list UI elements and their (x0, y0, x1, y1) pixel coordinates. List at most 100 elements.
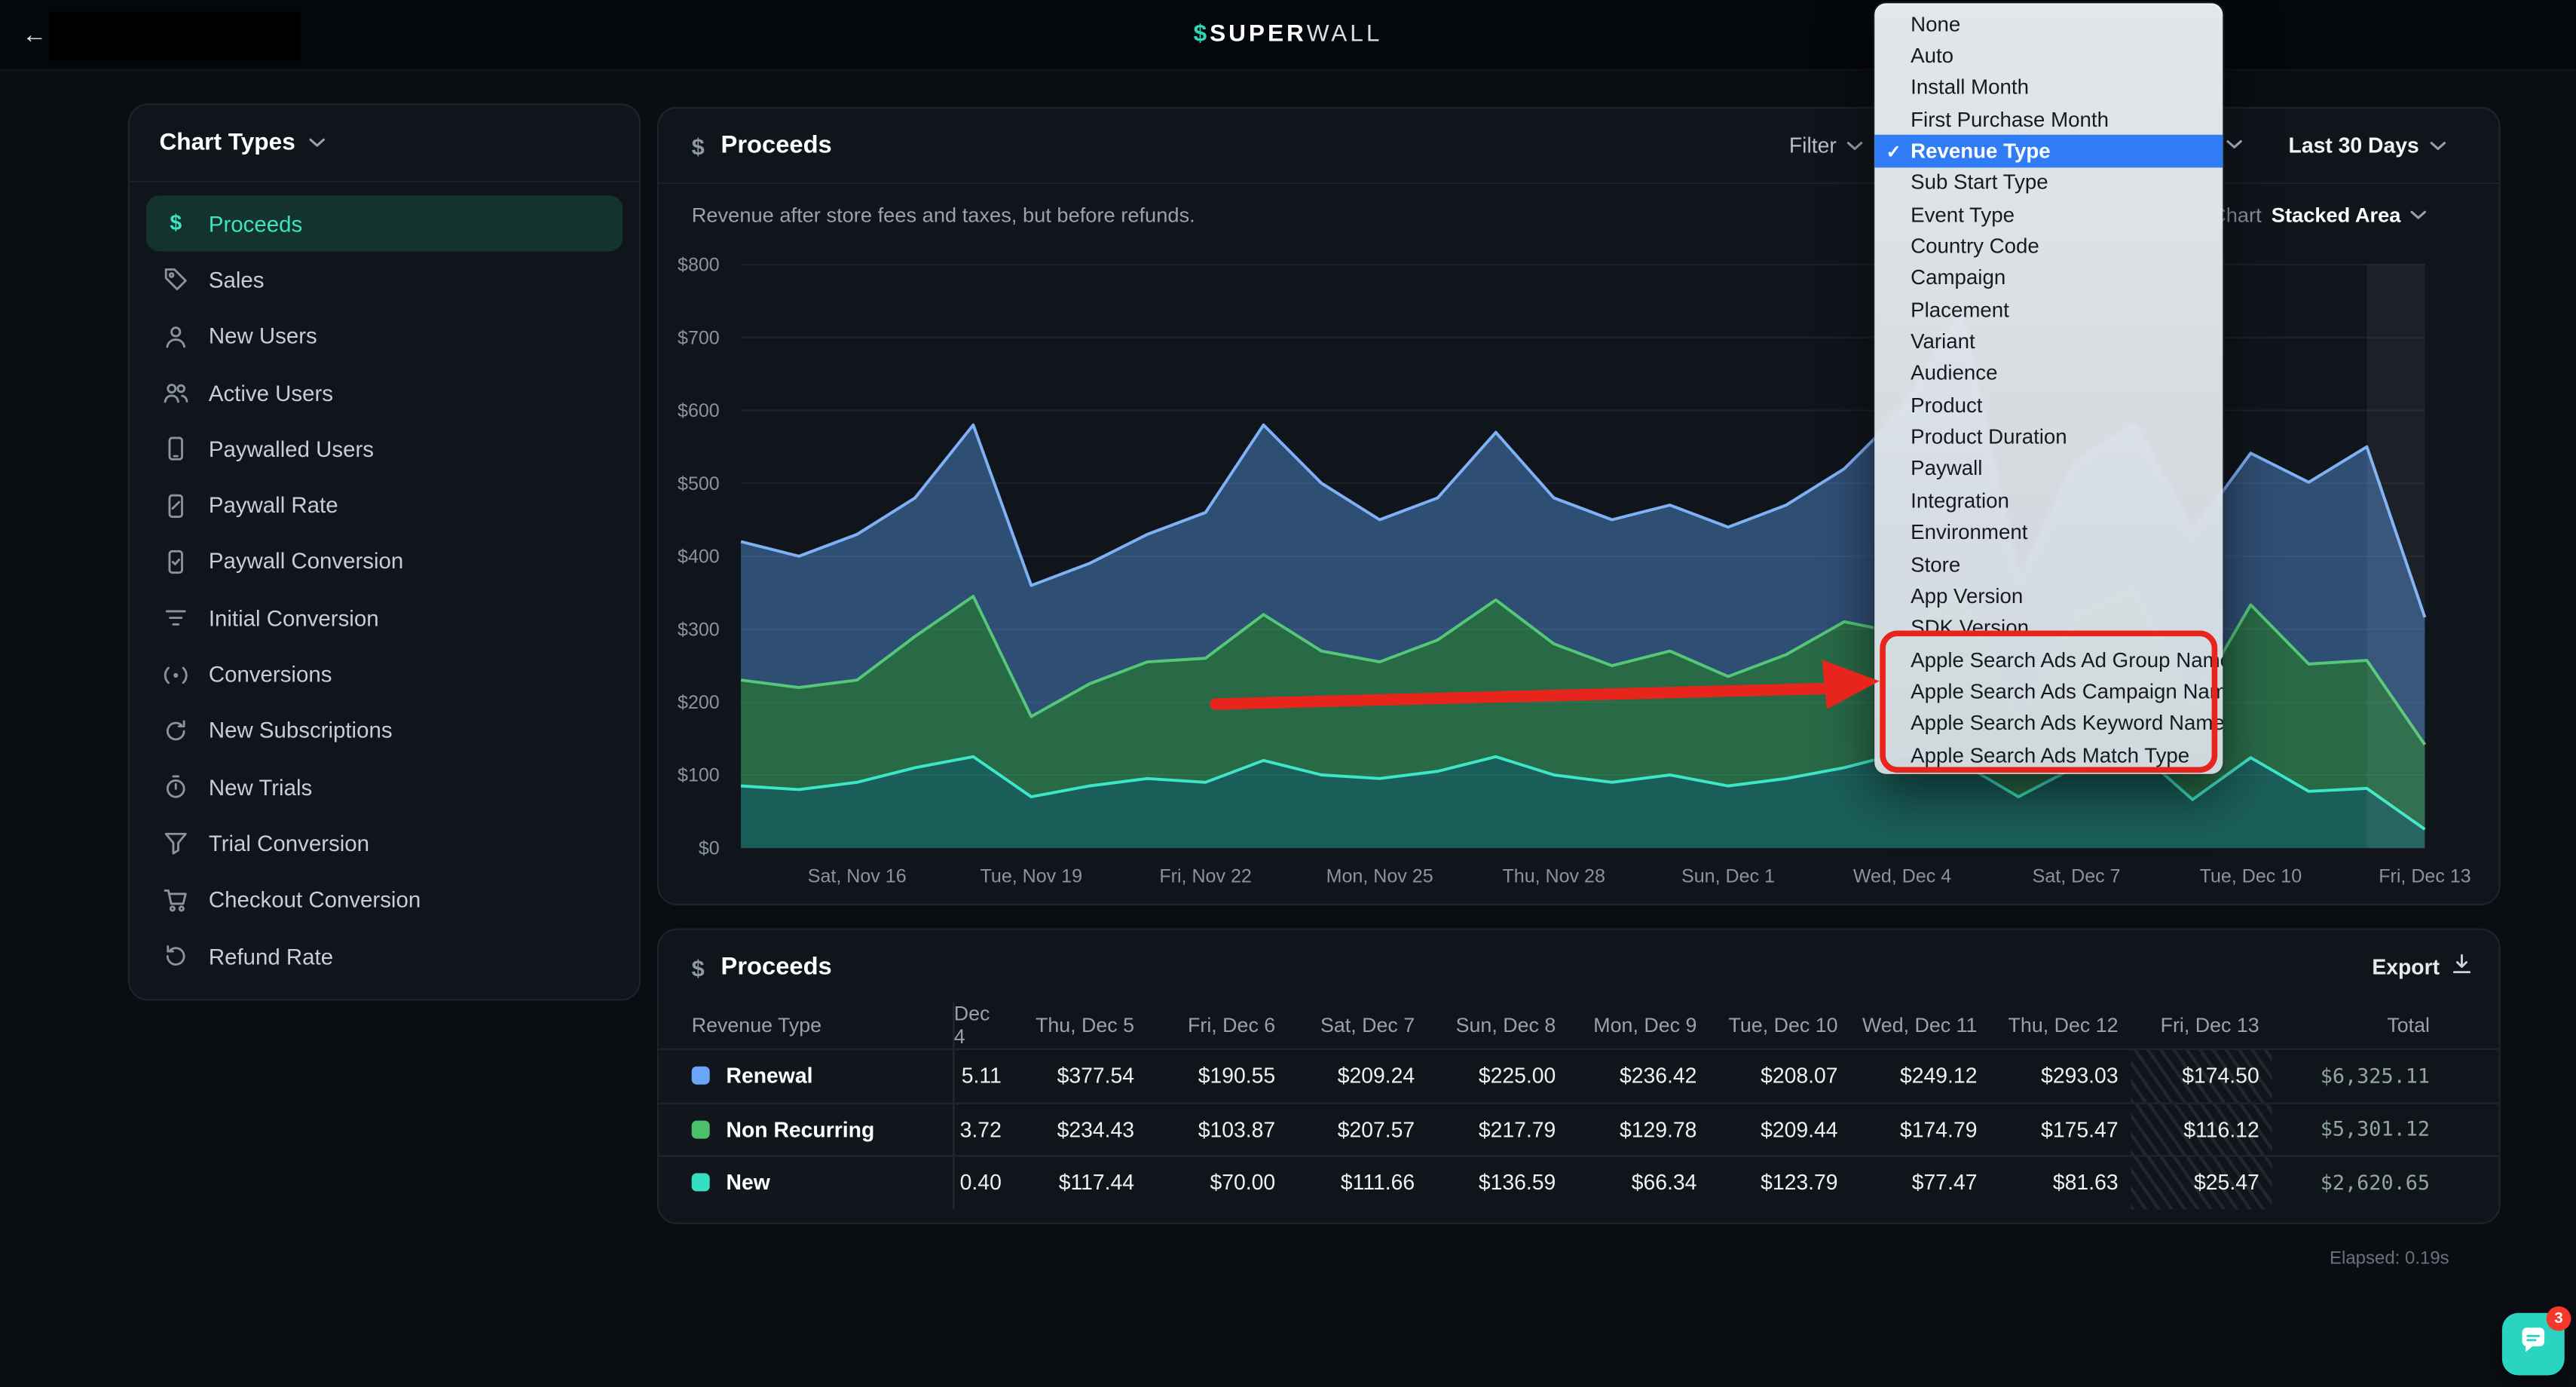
sidebar-item-trial-conversion[interactable]: Trial Conversion (146, 816, 623, 872)
y-axis-label: $800 (678, 255, 720, 276)
dropdown-option-label: Environment (1911, 521, 2027, 544)
radio-icon (163, 661, 189, 687)
chart-types-list: $ProceedsSalesNew UsersActive Users Paywa… (130, 182, 639, 998)
table-cell: 5.11 (954, 1050, 1007, 1102)
chart-types-panel: Chart Types $ProceedsSalesNew UsersActiv… (128, 103, 641, 1000)
dropdown-option-label: App Version (1911, 585, 2023, 608)
dropdown-option-label: Install Month (1911, 76, 2029, 100)
sidebar-item-refund-rate[interactable]: Refund Rate (146, 928, 623, 984)
dropdown-option-label: Sub Start Type (1911, 172, 2048, 195)
dropdown-option-label: Store (1911, 553, 1960, 577)
dropdown-option-install-month[interactable]: Install Month (1874, 72, 2223, 103)
dropdown-option-apple-search-ads-ad-group-name[interactable]: Apple Search Ads Ad Group Name (1874, 644, 2223, 675)
dropdown-option-paywall[interactable]: Paywall (1874, 453, 2223, 485)
sidebar-item-new-trials[interactable]: New Trials (146, 759, 623, 816)
table-cell: $249.12 (1851, 1050, 1990, 1102)
chat-widget-button[interactable]: 3 (2502, 1313, 2565, 1376)
dropdown-option-environment[interactable]: Environment (1874, 517, 2223, 549)
dropdown-option-country-code[interactable]: Country Code (1874, 231, 2223, 262)
sidebar-item-label: Paywalled Users (209, 436, 374, 461)
dropdown-option-variant[interactable]: Variant (1874, 326, 2223, 358)
table-cell: 3.72 (954, 1104, 1007, 1156)
column-header-fri-dec-13: Fri, Dec 13 (2131, 1003, 2272, 1049)
sidebar-item-active-users[interactable]: Active Users (146, 365, 623, 421)
dropdown-option-auto[interactable]: Auto (1874, 40, 2223, 72)
dropdown-option-none[interactable]: None (1874, 8, 2223, 40)
sidebar-item-new-users[interactable]: New Users (146, 308, 623, 365)
sidebar-item-label: Trial Conversion (209, 831, 369, 856)
dropdown-option-sdk-version[interactable]: SDK Version (1874, 612, 2223, 644)
sidebar-item-label: New Trials (209, 775, 312, 800)
chart-types-header[interactable]: Chart Types (130, 106, 639, 182)
export-button[interactable]: Export (2372, 930, 2472, 1003)
table-cell: $5,301.12 (2272, 1104, 2498, 1156)
row-label-text: Renewal (726, 1064, 812, 1088)
stacked-area-chart[interactable]: $0$100$200$300$400$500$600$700$800Sat, N… (659, 109, 2502, 907)
dropdown-option-product[interactable]: Product (1874, 390, 2223, 421)
dropdown-option-apple-search-ads-campaign-name[interactable]: Apple Search Ads Campaign Name (1874, 675, 2223, 707)
dropdown-option-campaign[interactable]: Campaign (1874, 262, 2223, 294)
dropdown-option-label: Country Code (1911, 235, 2039, 259)
dropdown-option-placement[interactable]: Placement (1874, 294, 2223, 326)
dropdown-option-label: Auto (1911, 44, 1953, 68)
dropdown-option-apple-search-ads-match-type[interactable]: Apple Search Ads Match Type (1874, 739, 2223, 771)
dropdown-option-product-duration[interactable]: Product Duration (1874, 421, 2223, 453)
dropdown-option-audience[interactable]: Audience (1874, 358, 2223, 390)
column-header-dec-4: Dec 4 (954, 1003, 1007, 1049)
dropdown-option-revenue-type[interactable]: ✓Revenue Type (1874, 136, 2223, 167)
logo-wall: WALL (1307, 21, 1383, 47)
sidebar-item-checkout-conversion[interactable]: Checkout Conversion (146, 872, 623, 929)
y-axis-label: $400 (678, 547, 720, 568)
x-axis-label: Tue, Dec 10 (2200, 866, 2302, 887)
proceeds-table: Revenue TypeDec 4Thu, Dec 5Fri, Dec 6Sat… (659, 1003, 2498, 1209)
sidebar-item-proceeds[interactable]: $Proceeds (146, 195, 623, 252)
cart-icon (163, 886, 189, 913)
rotate-ccw-icon (163, 943, 189, 969)
table-cell: $77.47 (1851, 1157, 1990, 1209)
row-label-non-recurring: Non Recurring (659, 1104, 954, 1156)
chevron-down-icon (308, 138, 325, 148)
y-axis-label: $700 (678, 327, 720, 348)
dropdown-option-sub-start-type[interactable]: Sub Start Type (1874, 167, 2223, 199)
dropdown-option-apple-search-ads-keyword-name[interactable]: Apple Search Ads Keyword Name (1874, 708, 2223, 739)
dropdown-option-label: Apple Search Ads Ad Group Name (1911, 648, 2223, 672)
table-card-header: $ Proceeds Export (659, 930, 2498, 1003)
column-header-mon-dec-9: Mon, Dec 9 (1569, 1003, 1710, 1049)
sidebar-item-label: Proceeds (209, 211, 302, 236)
dropdown-option-integration[interactable]: Integration (1874, 485, 2223, 516)
sidebar-item-initial-conversion[interactable]: Initial Conversion (146, 590, 623, 647)
sidebar-item-new-subscriptions[interactable]: New Subscriptions (146, 703, 623, 759)
dropdown-option-label: Apple Search Ads Keyword Name (1911, 712, 2223, 735)
column-header-total: Total (2272, 1003, 2498, 1049)
dropdown-option-first-purchase-month[interactable]: First Purchase Month (1874, 103, 2223, 135)
x-axis-label: Sat, Nov 16 (808, 866, 907, 887)
column-header-revenue-type: Revenue Type (659, 1003, 954, 1049)
sidebar-item-paywall-rate[interactable]: Paywall Rate (146, 477, 623, 534)
funnel-icon (163, 831, 189, 857)
partial-period-band (2366, 265, 2425, 848)
column-header-sat-dec-7: Sat, Dec 7 (1289, 1003, 1428, 1049)
sidebar-item-paywall-conversion[interactable]: Paywall Conversion (146, 534, 623, 590)
table-cell: $6,325.11 (2272, 1050, 2498, 1102)
table-row-new: New0.40$117.44$70.00$111.66$136.59$66.34… (659, 1156, 2498, 1209)
table-cell: $217.79 (1428, 1104, 1569, 1156)
tag-icon (163, 267, 189, 293)
dropdown-option-app-version[interactable]: App Version (1874, 580, 2223, 612)
x-axis-label: Mon, Nov 25 (1326, 866, 1433, 887)
sidebar-item-label: Checkout Conversion (209, 888, 421, 913)
sidebar-item-conversions[interactable]: Conversions (146, 646, 623, 703)
table-cell: $116.12 (2131, 1104, 2272, 1156)
sidebar-item-paywalled-users[interactable]: Paywalled Users (146, 421, 623, 477)
sidebar-item-label: Paywall Rate (209, 493, 338, 518)
chat-bubble-icon (2515, 1322, 2551, 1367)
table-cell: $190.55 (1148, 1050, 1289, 1102)
row-label-text: New (726, 1171, 769, 1196)
dropdown-option-event-type[interactable]: Event Type (1874, 199, 2223, 231)
sidebar-item-sales[interactable]: Sales (146, 252, 623, 308)
y-axis-label: $300 (678, 619, 720, 640)
dropdown-option-label: Product (1911, 394, 1982, 418)
filter-lines-icon (163, 605, 189, 632)
y-axis-label: $0 (699, 838, 720, 859)
dropdown-option-label: Audience (1911, 363, 1997, 386)
dropdown-option-store[interactable]: Store (1874, 549, 2223, 580)
